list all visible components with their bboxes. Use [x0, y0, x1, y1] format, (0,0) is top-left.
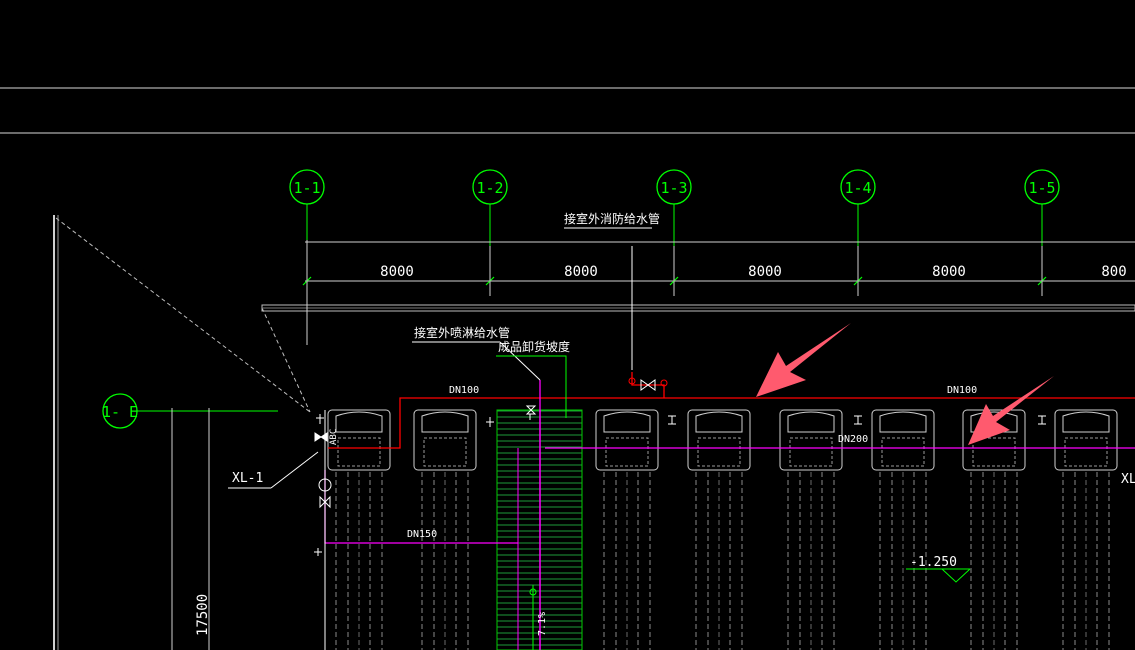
left-building-edge: [53, 215, 311, 650]
row-axis-label: 1- E: [102, 403, 138, 421]
loading-ramp-label: 成品卸货坡度: [498, 339, 570, 354]
grid-axis-label: 1-4: [844, 179, 871, 197]
loading-bay: [779, 409, 843, 650]
elevation-label: -1.250: [910, 555, 957, 570]
grid-axis-label: 1-3: [660, 179, 687, 197]
span-dimension: 8000: [564, 264, 598, 280]
loading-bay: [1054, 409, 1118, 650]
vertical-dimension: 17500: [195, 594, 211, 636]
loading-bay: [871, 409, 935, 650]
fire-water-pipe: DN100 DN100: [328, 246, 1135, 449]
cad-drawing-canvas[interactable]: 1-1 1-2 1-3 1-4 1-5 8000 8000 8000 8000 800 1- E…: [0, 0, 1135, 650]
loading-bay: [327, 409, 391, 650]
loading-bays: [327, 409, 1118, 650]
loading-bay: [595, 409, 659, 650]
riser-xl-1: ABC XL-1 XL: [228, 405, 1135, 650]
span-dimension: 8000: [932, 264, 966, 280]
elevation-marker: -1.250: [906, 555, 971, 583]
loading-bay: [687, 409, 751, 650]
outdoor-fire-water-label: 接室外消防给水管: [564, 211, 660, 226]
grid-axis-label: 1-1: [293, 179, 320, 197]
grid-axis-1-1: 1-1: [289, 169, 325, 242]
span-dimension: 8000: [748, 264, 782, 280]
pump-code: ABC: [329, 429, 339, 445]
span-dimension: 800: [1101, 264, 1126, 280]
canopy-band: [261, 304, 1135, 312]
span-dimension: 8000: [380, 264, 414, 280]
slope-label: 7.1%: [537, 612, 548, 636]
sprinkler-pipe-dn150: DN150: [407, 529, 437, 540]
riser-label-right: XL: [1121, 472, 1135, 487]
fire-pipe-dn100-left: DN100: [449, 385, 479, 396]
loading-bay: [962, 409, 1026, 650]
grid-axis-label: 1-5: [1028, 179, 1055, 197]
row-axis-1E: 1- E 17500: [102, 393, 278, 650]
fire-pipe-dn100-right: DN100: [947, 385, 977, 396]
sprinkler-pipe-dn200: DN200: [838, 434, 868, 445]
loading-ramp: 7.1%: [496, 409, 583, 650]
grid-axis-label: 1-2: [476, 179, 503, 197]
riser-label: XL-1: [232, 471, 263, 486]
highlight-arrow-icon: [756, 323, 1054, 445]
outdoor-sprinkler-water-label: 接室外喷淋给水管: [414, 325, 510, 340]
